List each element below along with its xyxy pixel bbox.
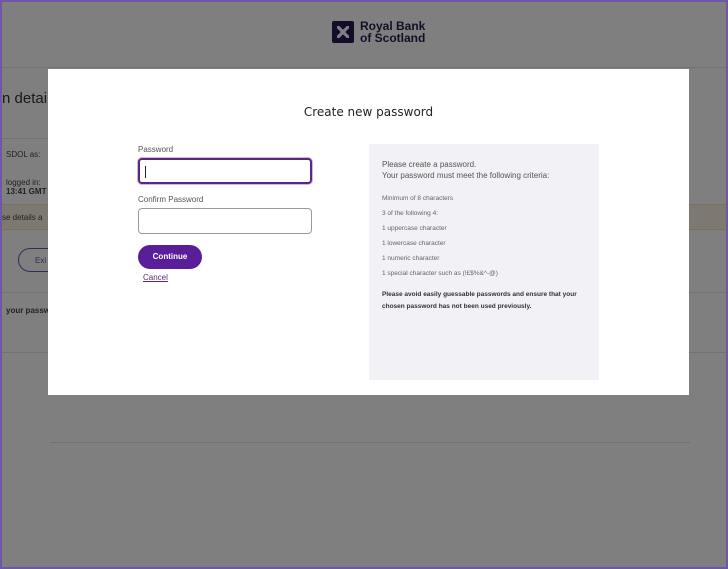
criteria-intro-line-2: Your password must meet the following cr… bbox=[382, 171, 550, 180]
criteria-intro-line-1: Please create a password. bbox=[382, 160, 477, 169]
criteria-item: Minimum of 8 characters bbox=[382, 195, 454, 202]
criteria-item: 3 of the following 4: bbox=[382, 210, 439, 217]
continue-button[interactable]: Continue bbox=[138, 245, 202, 269]
text-cursor bbox=[145, 166, 146, 178]
criteria-item: 1 uppercase character bbox=[382, 225, 447, 232]
criteria-warning: Please avoid easily guessable passwords … bbox=[382, 291, 577, 310]
create-password-modal: Create new password Password Confirm Pas… bbox=[48, 69, 689, 395]
confirm-password-label: Confirm Password bbox=[138, 195, 204, 204]
confirm-password-field[interactable] bbox=[138, 208, 312, 234]
criteria-list: Minimum of 8 characters 3 of the followi… bbox=[382, 191, 599, 281]
modal-title: Create new password bbox=[303, 105, 434, 119]
criteria-item: 1 special character such as (!£$%&^-@) bbox=[382, 270, 498, 277]
password-field[interactable] bbox=[138, 158, 312, 184]
password-criteria-panel: Please create a password. Your password … bbox=[369, 144, 599, 380]
cancel-link[interactable]: Cancel bbox=[143, 273, 168, 282]
criteria-item: 1 lowercase character bbox=[382, 240, 446, 247]
criteria-item: 1 numeric character bbox=[382, 255, 440, 262]
password-label: Password bbox=[138, 145, 174, 154]
